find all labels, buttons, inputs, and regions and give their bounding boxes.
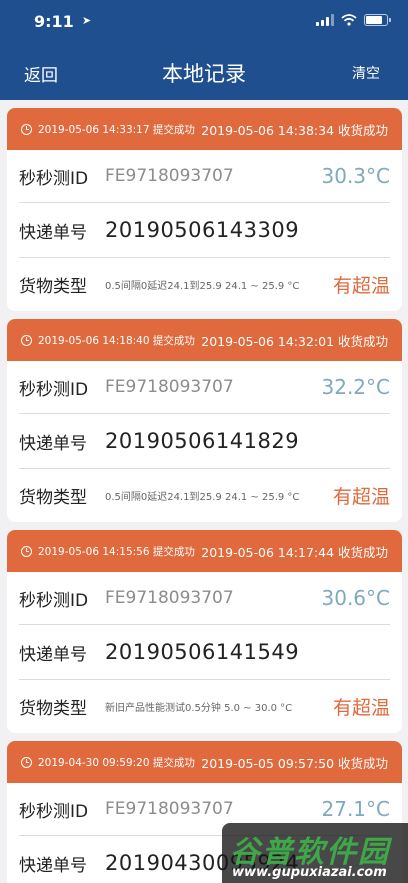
tracking-number: 20190506141829 — [105, 429, 300, 453]
device-label: 秒秒测ID — [19, 590, 89, 611]
tracking-label: 快递单号 — [19, 222, 87, 243]
submit-time: 2019-05-06 14:33:17 提交成功 — [38, 123, 195, 136]
clock-icon — [21, 334, 32, 346]
cargo-row: 货物类型 0.5间隔0延迟24.1到25.9 24.1 ~ 25.9 °C 有超… — [19, 469, 390, 522]
receive-time: 2019-05-06 14:32:01 收货成功 — [201, 333, 388, 349]
record-header: 2019-05-06 14:18:40 提交成功 2019-05-06 14:3… — [7, 319, 402, 361]
watermark-url: www.gupuxiazai.com — [232, 865, 387, 880]
tracking-label: 快递单号 — [19, 855, 87, 876]
device-id: FE9718093707 — [105, 799, 234, 819]
battery-icon — [364, 14, 391, 26]
record-header: 2019-05-06 14:33:17 提交成功 2019-05-06 14:3… — [7, 108, 402, 150]
record-list: 2019-05-06 14:33:17 提交成功 2019-05-06 14:3… — [7, 108, 402, 883]
clear-button[interactable]: 清空 — [352, 63, 380, 83]
temperature-value: 32.2°C — [321, 375, 391, 399]
status-badge: 有超温 — [332, 697, 390, 719]
status-badge: 有超温 — [332, 275, 390, 297]
receive-time: 2019-05-05 09:57:50 收货成功 — [201, 755, 388, 771]
location-arrow-icon: ➤ — [82, 15, 92, 27]
cargo-description: 新旧产品性能测试0.5分钟 5.0 ~ 30.0 °C — [105, 703, 293, 714]
receive-time: 2019-05-06 14:38:34 收货成功 — [201, 122, 388, 138]
navigation-bar: 返回 本地记录 清空 — [0, 44, 408, 100]
status-time: 9:11 — [34, 12, 74, 31]
device-row: 秒秒测ID FE9718093707 30.3°C — [19, 150, 390, 203]
tracking-label: 快递单号 — [19, 433, 87, 454]
device-label: 秒秒测ID — [19, 801, 89, 822]
status-badge: 有超温 — [332, 486, 390, 508]
tracking-row: 快递单号 20190506141829 — [19, 414, 390, 469]
cargo-label: 货物类型 — [19, 277, 87, 297]
device-id: FE9718093707 — [105, 588, 234, 608]
cargo-label: 货物类型 — [19, 699, 87, 719]
device-label: 秒秒测ID — [19, 168, 89, 189]
page-title: 本地记录 — [162, 62, 246, 86]
device-row: 秒秒测ID FE9718093707 30.6°C — [19, 572, 390, 625]
tracking-row: 快递单号 20190506141549 — [19, 625, 390, 680]
cellular-signal-icon — [316, 14, 334, 26]
tracking-row: 快递单号 20190506143309 — [19, 203, 390, 258]
device-id: FE9718093707 — [105, 377, 234, 397]
watermark-logo: 谷普软件园 www.gupuxiazai.com — [222, 823, 408, 883]
top-bar: 9:11 ➤ 返回 本地记录 清空 — [0, 0, 408, 100]
clock-icon — [21, 545, 32, 557]
tracking-label: 快递单号 — [19, 644, 87, 665]
temperature-value: 27.1°C — [321, 797, 391, 821]
temperature-value: 30.6°C — [321, 586, 391, 610]
submit-time: 2019-04-30 09:59:20 提交成功 — [38, 756, 195, 769]
status-bar: 9:11 ➤ — [0, 0, 408, 44]
clock-icon — [21, 756, 32, 768]
cargo-description: 0.5间隔0延迟24.1到25.9 24.1 ~ 25.9 °C — [105, 281, 300, 292]
device-row: 秒秒测ID FE9718093707 32.2°C — [19, 361, 390, 414]
submit-time: 2019-05-06 14:18:40 提交成功 — [38, 334, 195, 347]
temperature-value: 30.3°C — [321, 164, 391, 188]
clock-icon — [21, 123, 32, 135]
status-icons — [316, 14, 391, 26]
tracking-number: 20190506141549 — [105, 640, 300, 664]
device-id: FE9718093707 — [105, 166, 234, 186]
record-header: 2019-04-30 09:59:20 提交成功 2019-05-05 09:5… — [7, 741, 402, 783]
cargo-label: 货物类型 — [19, 488, 87, 508]
receive-time: 2019-05-06 14:17:44 收货成功 — [201, 544, 388, 560]
record-card[interactable]: 2019-05-06 14:18:40 提交成功 2019-05-06 14:3… — [7, 319, 402, 522]
tracking-number: 20190506143309 — [105, 218, 300, 242]
wifi-icon — [341, 14, 357, 26]
submit-time: 2019-05-06 14:15:56 提交成功 — [38, 545, 195, 558]
record-card[interactable]: 2019-05-06 14:33:17 提交成功 2019-05-06 14:3… — [7, 108, 402, 311]
cargo-row: 货物类型 新旧产品性能测试0.5分钟 5.0 ~ 30.0 °C 有超温 — [19, 680, 390, 733]
record-card[interactable]: 2019-05-06 14:15:56 提交成功 2019-05-06 14:1… — [7, 530, 402, 733]
cargo-row: 货物类型 0.5间隔0延迟24.1到25.9 24.1 ~ 25.9 °C 有超… — [19, 258, 390, 311]
device-label: 秒秒测ID — [19, 379, 89, 400]
cargo-description: 0.5间隔0延迟24.1到25.9 24.1 ~ 25.9 °C — [105, 492, 300, 503]
record-header: 2019-05-06 14:15:56 提交成功 2019-05-06 14:1… — [7, 530, 402, 572]
